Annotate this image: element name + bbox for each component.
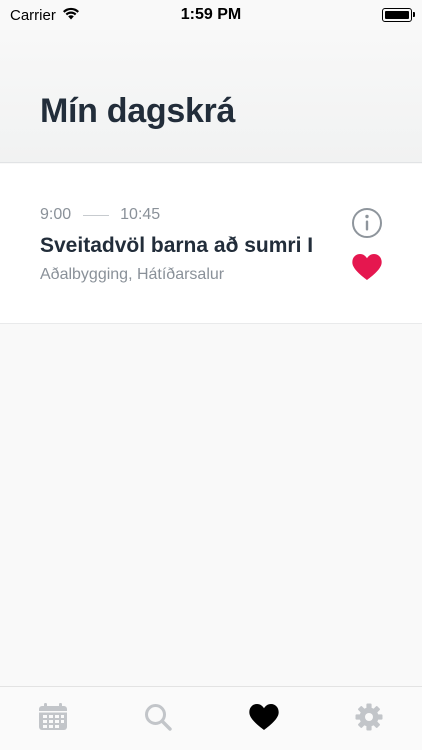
carrier-label: Carrier (10, 6, 56, 24)
tab-search[interactable] (106, 687, 212, 750)
status-bar: Carrier 1:59 PM (0, 0, 422, 30)
page-title: Mín dagskrá (40, 92, 236, 130)
calendar-icon (38, 702, 67, 730)
event-location: Aðalbygging, Hátíðarsalur (40, 266, 225, 283)
time-separator (83, 214, 110, 216)
event-end-time: 10:45 (120, 206, 161, 223)
event-title: Sveitadvöl barna að sumri I (40, 234, 314, 257)
event-time-row: 9:00 10:45 (40, 206, 160, 224)
tab-favorites[interactable] (211, 687, 317, 750)
wifi-icon (62, 7, 80, 24)
event-card[interactable]: 9:00 10:45 Sveitadvöl barna að sumri I A… (0, 164, 422, 324)
heart-icon (352, 254, 382, 280)
status-left: Carrier (10, 7, 80, 24)
search-icon (145, 703, 172, 731)
favorite-button[interactable] (351, 252, 383, 282)
battery-icon (382, 8, 415, 22)
tab-settings[interactable] (317, 687, 422, 750)
event-start-time: 9:00 (40, 206, 72, 223)
header: Mín dagskrá (0, 30, 422, 163)
tab-schedule[interactable] (0, 687, 106, 750)
info-button[interactable] (351, 207, 383, 239)
tab-bar (0, 686, 422, 750)
heart-icon (249, 703, 279, 730)
gear-icon (355, 703, 383, 730)
info-icon (352, 208, 382, 238)
